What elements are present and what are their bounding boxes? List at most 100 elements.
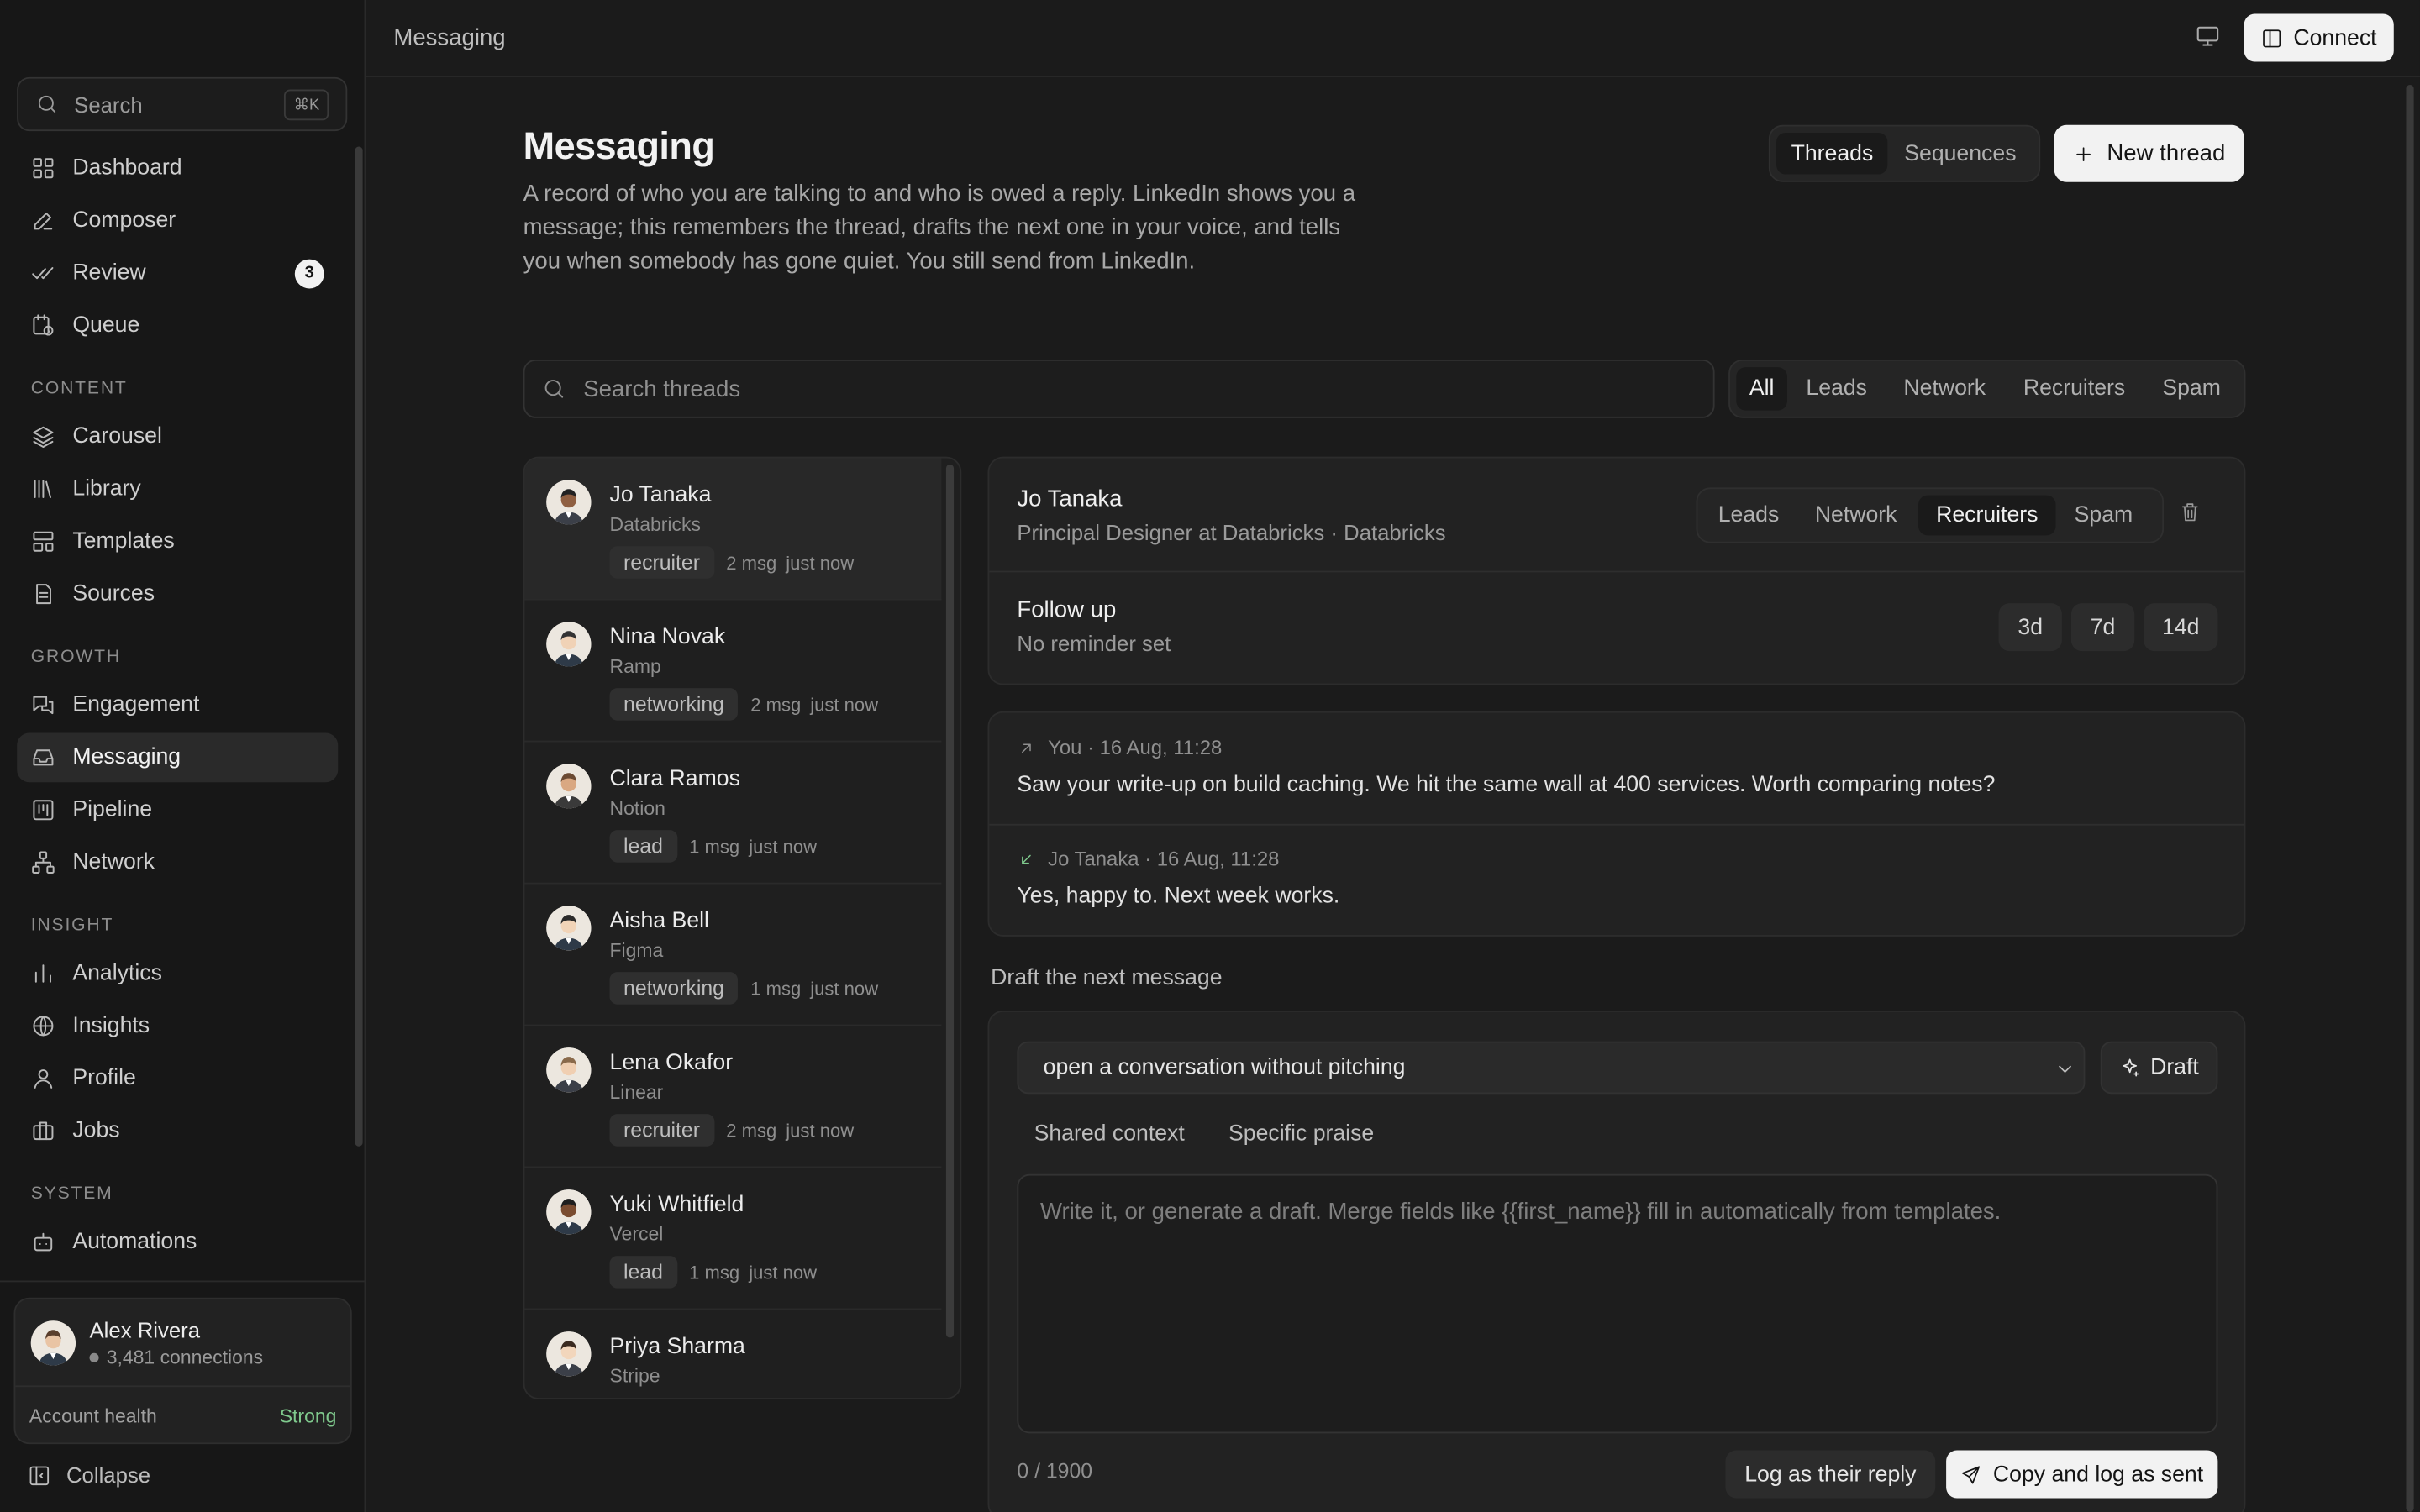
- thread-time: just now: [786, 1119, 855, 1142]
- sidebar-scrollbar[interactable]: [355, 146, 363, 1147]
- sidebar-item-label: Review: [72, 260, 146, 286]
- tab-sequences[interactable]: Sequences: [1888, 133, 2033, 175]
- followup-3d-button[interactable]: 3d: [1998, 603, 2062, 652]
- sidebar-item-automations[interactable]: Automations: [17, 1217, 338, 1267]
- user-card-divider: [15, 1385, 350, 1388]
- sidebar-item-carousel[interactable]: Carousel: [17, 412, 338, 461]
- person-avatar-icon: [546, 1331, 592, 1377]
- sidebar-item-analytics[interactable]: Analytics: [17, 949, 338, 999]
- thread-company: Linear: [609, 1081, 664, 1104]
- sidebar: Search ⌘K Dashboard Composer Review 3 Qu…: [0, 0, 366, 1512]
- draft-button-label: Draft: [2150, 1055, 2199, 1080]
- collapse-button[interactable]: Collapse: [28, 1462, 150, 1488]
- display-toggle-button[interactable]: [2195, 24, 2221, 50]
- thread-name: Aisha Bell: [609, 908, 709, 934]
- log-as-reply-button[interactable]: Log as their reply: [1725, 1450, 1936, 1499]
- avatar: [546, 906, 592, 951]
- search-icon: [544, 380, 564, 398]
- sidebar-item-templates[interactable]: Templates: [17, 517, 338, 566]
- account-health-label: Account health: [29, 1405, 157, 1427]
- thread-name: Clara Ramos: [609, 766, 740, 792]
- avatar: [546, 764, 592, 809]
- kanban-icon: [33, 800, 54, 821]
- thread-item-priya-sharma[interactable]: Priya Sharma Stripe: [524, 1310, 941, 1398]
- thread-item-yuki-whitfield[interactable]: Yuki Whitfield Vercel lead 1 msg just no…: [524, 1168, 942, 1310]
- copy-and-log-button[interactable]: Copy and log as sent: [1946, 1450, 2218, 1499]
- category-spam[interactable]: Spam: [2056, 496, 2152, 536]
- connect-button[interactable]: Connect: [2244, 13, 2394, 62]
- message-editor[interactable]: Write it, or generate a draft. Merge fie…: [1017, 1173, 2218, 1434]
- thread-time: just now: [786, 551, 855, 574]
- thread-item-jo-tanaka[interactable]: Jo Tanaka Databricks recruiter 2 msg jus…: [524, 458, 942, 601]
- filter-spam[interactable]: Spam: [2145, 367, 2238, 410]
- thread-item-lena-okafor[interactable]: Lena Okafor Linear recruiter 2 msg just …: [524, 1026, 942, 1168]
- main-scrollbar[interactable]: [2406, 85, 2414, 1512]
- draft-button[interactable]: Draft: [2100, 1041, 2218, 1095]
- sidebar-item-network[interactable]: Network: [17, 837, 338, 887]
- thread-search-input[interactable]: Search threads: [523, 359, 1715, 418]
- followup-14d-button[interactable]: 14d: [2144, 603, 2218, 652]
- sidebar-item-engagement[interactable]: Engagement: [17, 680, 338, 730]
- sidebar-item-label: Carousel: [72, 424, 162, 449]
- thread-name: Lena Okafor: [609, 1050, 734, 1076]
- page-title: Messaging: [523, 126, 715, 169]
- filter-recruiters[interactable]: Recruiters: [2003, 367, 2145, 410]
- thread-item-nina-novak[interactable]: Nina Novak Ramp networking 2 msg just no…: [524, 600, 942, 743]
- person-avatar-icon: [546, 1047, 592, 1093]
- sidebar-item-insights[interactable]: Insights: [17, 1001, 338, 1051]
- thread-count: 1 msg: [689, 1261, 740, 1284]
- sidebar-item-dashboard[interactable]: Dashboard: [17, 144, 338, 193]
- thread-time: just now: [810, 693, 879, 716]
- followup-7d-button[interactable]: 7d: [2070, 603, 2135, 652]
- sidebar-item-pipeline[interactable]: Pipeline: [17, 785, 338, 835]
- dashboard-icon: [33, 158, 54, 179]
- thread-company: Stripe: [609, 1365, 660, 1388]
- user-name: Alex Rivera: [89, 1317, 201, 1342]
- view-switcher: Threads Sequences: [1768, 124, 2041, 182]
- sidebar-item-composer[interactable]: Composer: [17, 196, 338, 245]
- filter-leads[interactable]: Leads: [1787, 367, 1886, 410]
- robot-icon: [34, 1232, 53, 1252]
- category-recruiters[interactable]: Recruiters: [1918, 495, 2056, 536]
- filter-network[interactable]: Network: [1886, 367, 2003, 410]
- tab-specific-praise[interactable]: Specific praise: [1228, 1121, 1374, 1146]
- filter-all[interactable]: All: [1736, 367, 1787, 411]
- thread-search-placeholder: Search threads: [583, 375, 741, 402]
- contact-name: Jo Tanaka: [1017, 486, 1123, 512]
- sidebar-item-library[interactable]: Library: [17, 465, 338, 514]
- thread-tag: recruiter: [609, 546, 714, 579]
- thread-item-aisha-bell[interactable]: Aisha Bell Figma networking 1 msg just n…: [524, 884, 942, 1026]
- intent-select[interactable]: open a conversation without pitching: [1017, 1041, 2086, 1095]
- sidebar-item-sources[interactable]: Sources: [17, 570, 338, 619]
- sidebar-item-messaging[interactable]: Messaging: [17, 732, 339, 783]
- thread-item-clara-ramos[interactable]: Clara Ramos Notion lead 1 msg just now: [524, 742, 942, 885]
- sidebar-search[interactable]: Search ⌘K: [17, 76, 348, 132]
- sidebar-item-queue[interactable]: Queue: [17, 301, 338, 350]
- send-icon: [1962, 1465, 1981, 1483]
- message-history: You · 16 Aug, 11:28 Saw your write-up on…: [987, 711, 2246, 937]
- globe-icon: [33, 1016, 54, 1037]
- thread-meta: recruiter 2 msg just now: [609, 546, 855, 579]
- message-meta-outgoing: You · 16 Aug, 11:28: [1017, 736, 1222, 759]
- intent-select-value: open a conversation without pitching: [1043, 1055, 1406, 1080]
- user-card[interactable]: Alex Rivera 3,481 connections Account he…: [13, 1297, 352, 1445]
- followup-title: Follow up: [1017, 596, 1117, 624]
- chat-bubbles-icon: [33, 696, 54, 715]
- thread-company: Vercel: [609, 1223, 664, 1246]
- category-switcher: Leads Network Recruiters Spam: [1696, 487, 2165, 543]
- category-leads[interactable]: Leads: [1704, 496, 1794, 536]
- thread-time: just now: [749, 1261, 818, 1284]
- message-divider: [989, 823, 2244, 826]
- tab-shared-context[interactable]: Shared context: [1034, 1121, 1185, 1146]
- account-health-value: Strong: [279, 1405, 337, 1427]
- new-thread-button[interactable]: New thread: [2054, 124, 2244, 182]
- sidebar-item-jobs[interactable]: Jobs: [17, 1106, 338, 1156]
- delete-thread-button[interactable]: [2179, 501, 2201, 523]
- connections-count: 3,481 connections: [106, 1347, 264, 1369]
- sidebar-item-profile[interactable]: Profile: [17, 1053, 338, 1103]
- sidebar-item-review[interactable]: Review 3: [17, 249, 338, 298]
- document-icon: [36, 584, 51, 605]
- tab-threads[interactable]: Threads: [1776, 132, 1888, 175]
- category-network[interactable]: Network: [1793, 496, 1918, 536]
- thread-list-scrollbar[interactable]: [945, 464, 955, 1338]
